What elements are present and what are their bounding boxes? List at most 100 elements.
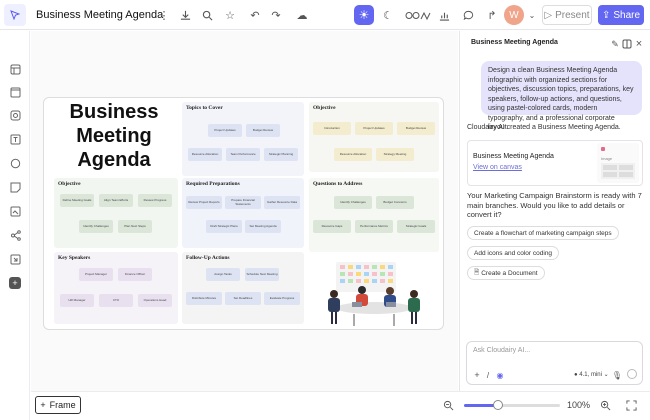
infographic-frame[interactable]: Business Meeting Agenda Topics to Cover … xyxy=(43,97,444,330)
section-key-speakers[interactable]: Key Speakers Project Manager Finance Off… xyxy=(54,252,178,324)
agenda-card[interactable]: Resource Allocation xyxy=(334,148,372,161)
agenda-card[interactable]: Draft Strategic Plans xyxy=(206,220,242,233)
agenda-card[interactable]: Prepare Financial Statements xyxy=(225,196,261,209)
embed-tool-icon[interactable] xyxy=(9,253,21,265)
suggestion-chip-document[interactable]: 🗎 Create a Document xyxy=(467,266,545,280)
cloud-sync-icon[interactable]: ☁ xyxy=(295,8,309,22)
agenda-card[interactable]: Budget Review xyxy=(397,122,435,135)
title-line: Meeting xyxy=(76,125,152,147)
agenda-card[interactable]: Project Updates xyxy=(355,122,393,135)
redo-icon[interactable]: ↷ xyxy=(269,8,283,22)
agenda-card[interactable]: Gather Resource Data xyxy=(264,196,300,209)
star-icon[interactable]: ☆ xyxy=(223,8,237,22)
share-button[interactable]: ⇪ Share xyxy=(598,5,644,25)
zoom-slider-handle[interactable] xyxy=(492,400,503,410)
agenda-card[interactable]: Schedule Next Meeting xyxy=(245,268,279,281)
view-on-canvas-link[interactable]: View on canvas xyxy=(473,164,522,171)
zoom-in-icon[interactable] xyxy=(598,398,612,412)
frame-label: Frame xyxy=(49,400,76,410)
comment-icon[interactable] xyxy=(461,8,475,22)
agenda-card[interactable]: Set Deadlines xyxy=(225,292,261,305)
frame-tool-icon[interactable] xyxy=(9,63,21,75)
agenda-card[interactable]: Define Meeting Goals xyxy=(60,194,94,207)
select-tool-icon[interactable] xyxy=(4,4,26,26)
agenda-card[interactable]: Finance Officer xyxy=(118,268,152,281)
zoom-out-icon[interactable] xyxy=(441,398,455,412)
agenda-card[interactable]: Strategy Meeting xyxy=(376,148,414,161)
agenda-card[interactable]: Set Meeting Agenda xyxy=(245,220,281,233)
activity-icon[interactable] xyxy=(437,8,451,22)
agenda-card[interactable]: Distribute Minutes xyxy=(186,292,222,305)
sticky-note-icon[interactable] xyxy=(9,181,21,193)
thumbnail-label: Image xyxy=(601,156,613,161)
plus-icon: + xyxy=(40,400,46,410)
section-objective-right[interactable]: Objective Introduction Project Updates B… xyxy=(309,102,439,172)
section-heading: Objective xyxy=(58,181,81,187)
agenda-card[interactable]: HR Manager xyxy=(60,294,94,307)
agenda-card[interactable]: Project Updates xyxy=(208,124,242,137)
text-tool-icon[interactable] xyxy=(9,133,21,145)
agenda-card[interactable]: CTO xyxy=(99,294,133,307)
agenda-card[interactable]: Introduction xyxy=(313,122,351,135)
suggestion-chip[interactable]: Add icons and color coding xyxy=(467,246,560,260)
share-arrow-icon[interactable]: ↱ xyxy=(485,8,499,22)
fit-screen-icon[interactable] xyxy=(624,398,638,412)
microphone-icon[interactable]: 🎙 xyxy=(610,368,624,382)
chat-mode-icon[interactable]: ◉ xyxy=(493,368,507,382)
agenda-card[interactable]: Performance Metrics xyxy=(355,220,393,233)
agenda-card[interactable]: Assign Tasks xyxy=(206,268,240,281)
agenda-card[interactable]: Review Progress xyxy=(138,194,172,207)
agenda-card[interactable]: Evaluate Progress xyxy=(264,292,300,305)
download-icon[interactable] xyxy=(178,8,192,22)
more-vertical-icon[interactable]: ⋮ xyxy=(157,8,171,22)
image-tool-icon[interactable] xyxy=(9,205,21,217)
undo-icon[interactable]: ↶ xyxy=(248,8,262,22)
agenda-card[interactable]: Identify Challenges xyxy=(79,220,113,233)
agenda-card[interactable]: Resource Allocation xyxy=(188,148,222,161)
chat-tool-icon[interactable] xyxy=(9,157,21,169)
agenda-card[interactable]: Budget Review xyxy=(246,124,280,137)
section-follow-up-actions[interactable]: Follow-Up Actions Assign Tasks Schedule … xyxy=(182,252,304,324)
agenda-card[interactable]: Team Performance xyxy=(226,148,260,161)
section-questions-to-address[interactable]: Questions to Address Identify Challenges… xyxy=(309,178,439,252)
model-selector[interactable]: ● 4.1, mini ⌄ xyxy=(574,371,609,378)
present-button[interactable]: ▷ Present xyxy=(542,5,592,25)
search-icon[interactable] xyxy=(200,8,214,22)
play-icon: ▷ xyxy=(544,9,553,21)
section-heading: Questions to Address xyxy=(313,181,363,187)
section-heading: Follow-Up Actions xyxy=(186,255,230,261)
section-required-preparations[interactable]: Required Preparations Review Project Rep… xyxy=(182,178,304,248)
agenda-card[interactable]: Strategic Planning xyxy=(264,148,298,161)
mindmap-tool-icon[interactable] xyxy=(9,229,21,241)
section-objective-left[interactable]: Objective Define Meeting Goals Align Tea… xyxy=(54,178,178,248)
user-message: Design a clean Business Meeting Agenda i… xyxy=(481,61,642,131)
agenda-card[interactable]: Strategic Goals xyxy=(397,220,435,233)
dark-mode-icon[interactable]: ☾ xyxy=(378,5,398,25)
agenda-card[interactable]: Review Project Reports xyxy=(186,196,222,209)
agenda-card[interactable]: Plan Next Steps xyxy=(118,220,152,233)
user-avatar[interactable]: W xyxy=(504,5,524,25)
send-icon[interactable] xyxy=(627,369,637,379)
close-icon[interactable]: × xyxy=(632,37,646,51)
agenda-card[interactable]: Align Team Efforts xyxy=(99,194,133,207)
result-thumbnail: Image xyxy=(597,143,639,183)
section-topics-to-cover[interactable]: Topics to Cover Project Updates Budget R… xyxy=(182,102,304,176)
agenda-card[interactable]: Budget Concerns xyxy=(376,196,414,209)
zoom-level: 100% xyxy=(567,400,591,410)
agenda-card[interactable]: Operations Head xyxy=(138,294,172,307)
chevron-down-icon[interactable]: ⌄ xyxy=(525,8,539,22)
title-line: Agenda xyxy=(77,149,151,171)
document-title[interactable]: Business Meeting Agenda xyxy=(36,9,163,21)
share-icon: ⇪ xyxy=(601,9,611,21)
ai-tools-icon[interactable] xyxy=(404,8,434,22)
shape-tool-icon[interactable] xyxy=(9,109,21,121)
suggestion-chip[interactable]: Create a flowchart of marketing campaign… xyxy=(467,226,619,240)
light-mode-icon[interactable]: ☀ xyxy=(354,5,374,25)
section-tool-icon[interactable] xyxy=(9,86,21,98)
chat-input[interactable]: Ask Cloudairy AI... xyxy=(473,347,530,354)
add-icon[interactable]: + xyxy=(9,277,21,289)
agenda-card[interactable]: Identify Challenges xyxy=(334,196,372,209)
agenda-card[interactable]: Project Manager xyxy=(79,268,113,281)
frame-button[interactable]: + Frame xyxy=(35,396,81,414)
agenda-card[interactable]: Resource Gaps xyxy=(313,220,351,233)
